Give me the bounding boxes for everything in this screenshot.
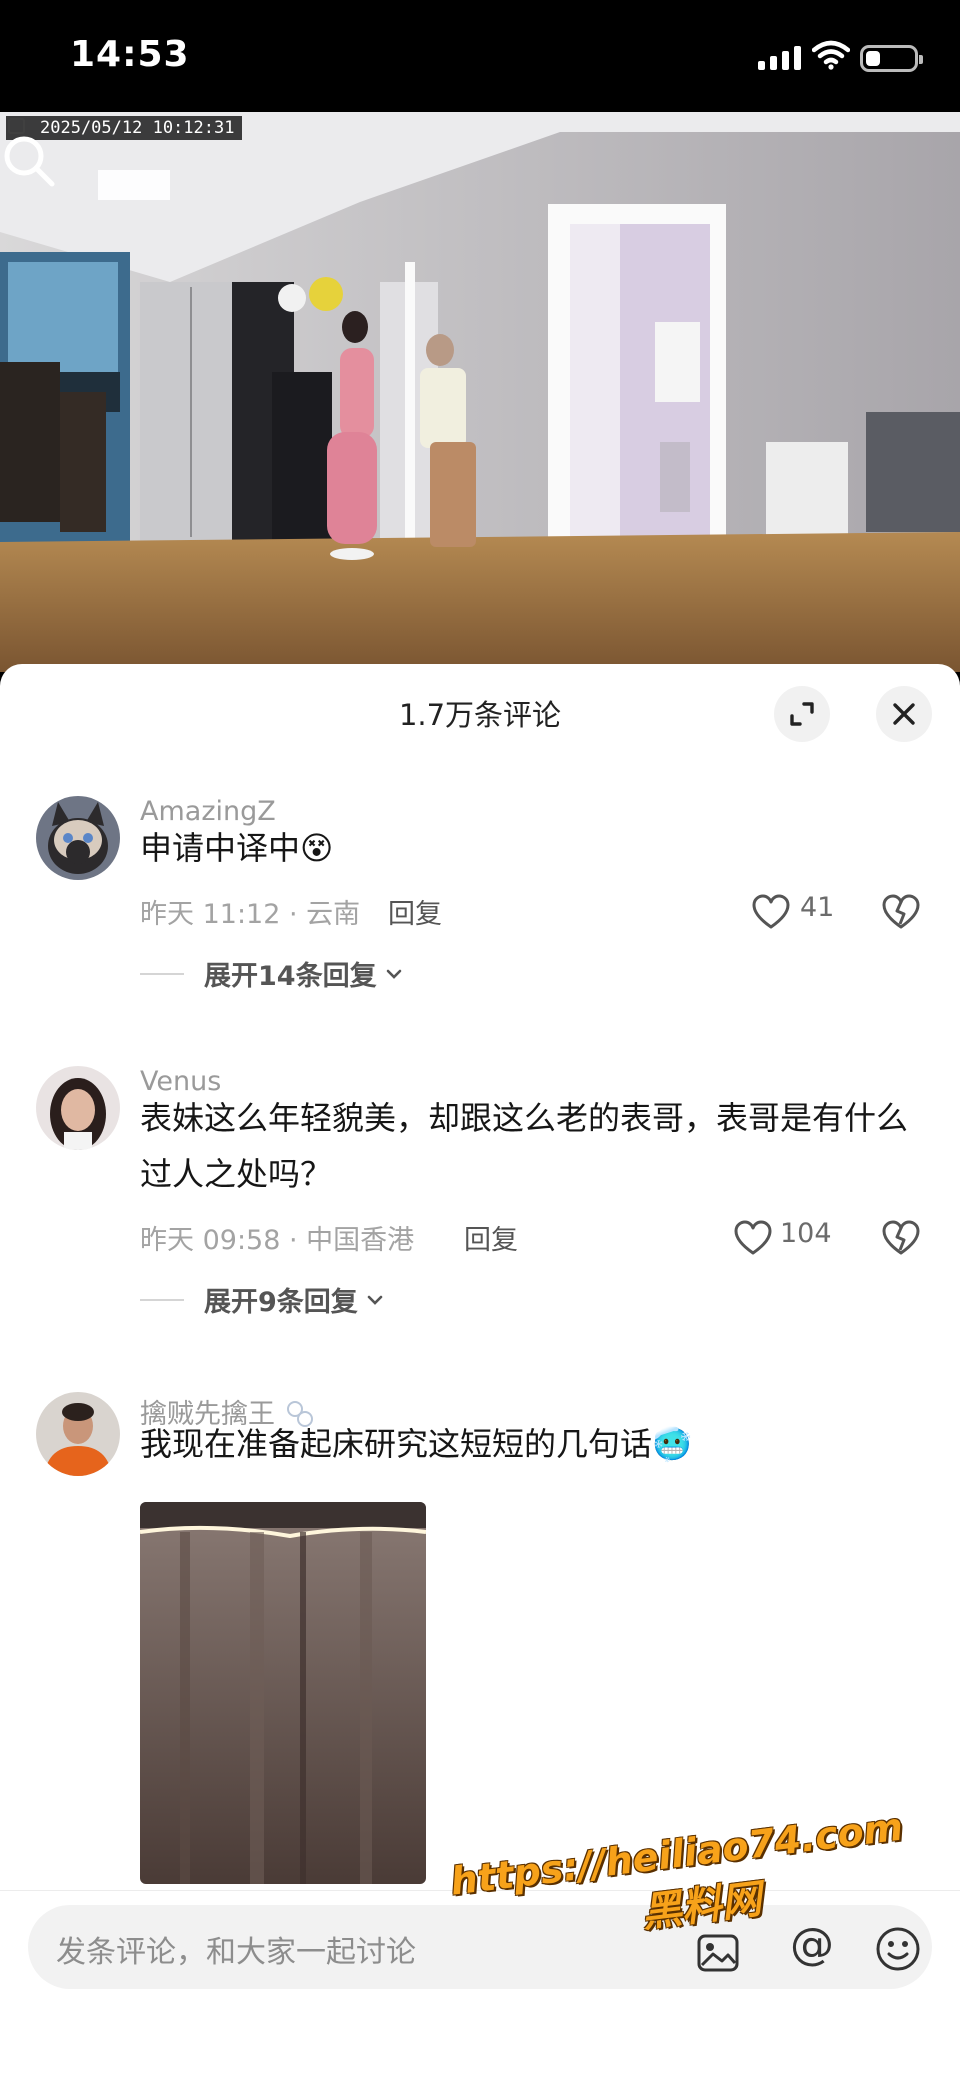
dizzy-emoji-icon: 😵 (300, 829, 334, 867)
comment-text: 申请中译中😵 (140, 820, 930, 876)
comment-text-content: 申请中译中 (140, 829, 301, 867)
close-sheet-button[interactable] (876, 686, 932, 742)
reply-button[interactable]: 回复 (388, 892, 442, 931)
expand-sheet-button[interactable] (774, 686, 830, 742)
wifi-icon (812, 40, 850, 70)
expand-replies-button[interactable]: 展开14条回复 (140, 954, 403, 993)
comment-text-content: 我现在准备起床研究这短短的几句话 (140, 1425, 653, 1463)
reply-button[interactable]: 回复 (464, 1218, 518, 1257)
like-count: 41 (800, 892, 835, 923)
comment-input-placeholder: 发条评论，和大家一起讨论 (56, 1935, 416, 1970)
comment-text: 表妹这么年轻貌美，却跟这么老的表哥，表哥是有什么过人之处吗？ (140, 1099, 909, 1193)
chevron-down-icon (386, 969, 401, 979)
emoji-icon[interactable] (874, 1925, 922, 1973)
cold-face-emoji-icon: 🥶 (652, 1425, 692, 1463)
expand-replies-label: 展开14条回复 (204, 961, 377, 992)
expand-replies-label: 展开9条回复 (204, 1287, 358, 1318)
expand-icon (790, 702, 814, 726)
heart-icon[interactable] (734, 1220, 772, 1256)
video-player[interactable]: 2025/05/12 10:12:31 (0, 112, 960, 672)
heart-icon[interactable] (752, 894, 790, 930)
expand-replies-button[interactable]: 展开9条回复 (140, 1280, 384, 1319)
avatar[interactable] (36, 796, 120, 880)
divider (140, 972, 184, 975)
image-icon[interactable] (696, 1933, 740, 1973)
divider (140, 1298, 184, 1301)
comment-meta: 昨天 09:58 · 中国香港 (140, 1225, 415, 1256)
comment-meta: 昨天 11:12 · 云南 (140, 899, 361, 930)
comment-text: 我现在准备起床研究这短短的几句话🥶 (140, 1416, 930, 1472)
comment-image[interactable] (140, 1502, 426, 1884)
close-icon (893, 703, 915, 725)
search-icon[interactable] (0, 132, 58, 190)
status-time: 14:53 (70, 34, 190, 75)
chevron-down-icon (367, 1295, 383, 1305)
avatar[interactable] (36, 1392, 120, 1476)
broken-heart-icon[interactable] (882, 1220, 920, 1256)
mention-button[interactable]: @ (786, 1919, 838, 1970)
battery-icon (860, 45, 923, 72)
avatar[interactable] (36, 1066, 120, 1150)
cellular-signal-icon (758, 46, 801, 70)
battery-level (866, 51, 880, 66)
broken-heart-icon[interactable] (882, 894, 920, 930)
status-bar: 14:53 (0, 0, 960, 112)
video-frame (0, 112, 960, 672)
like-count: 104 (780, 1218, 832, 1249)
app-screen: 14:53 2025/05/12 10:12:31 1.7万条评论 Amazin… (0, 0, 960, 2078)
